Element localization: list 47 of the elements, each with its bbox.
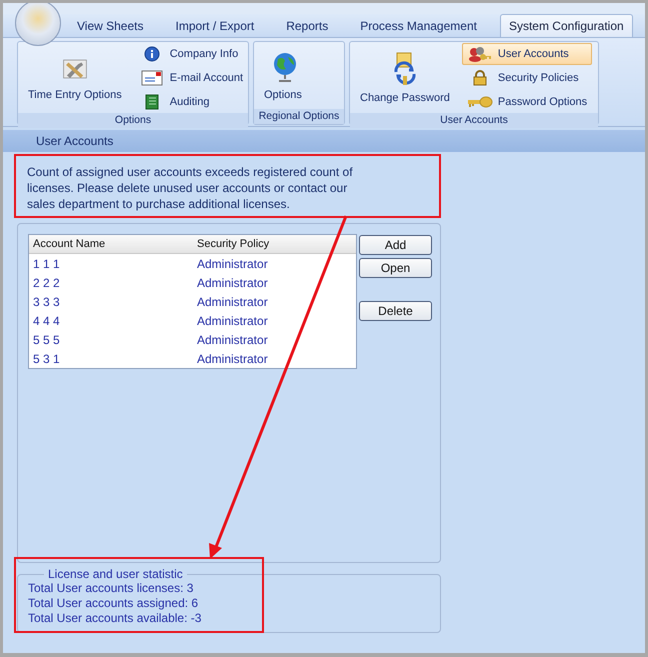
warning-message: Count of assigned user accounts exceeds registered count of licenses. Please delete unused user accounts or contact our sales department to purchase additional licenses. bbox=[27, 164, 354, 212]
table-cell: Administrator bbox=[197, 256, 268, 270]
table-cell-text: 3 3 3 bbox=[32, 294, 61, 308]
table-cell: Administrator bbox=[197, 294, 268, 308]
ribbon-tab[interactable]: Import / Export bbox=[166, 14, 264, 37]
ribbon-button[interactable]: Company Info bbox=[134, 43, 248, 65]
ribbon-tab[interactable]: System Configuration bbox=[500, 14, 633, 37]
statistic-line: Total User accounts available: -3 bbox=[28, 611, 202, 626]
ribbon-button[interactable]: Security Policies bbox=[462, 67, 592, 89]
group-title: License and user statistic bbox=[47, 567, 184, 581]
table-cell-text: 2 2 2 bbox=[32, 276, 61, 290]
ribbon-tab[interactable]: View Sheets bbox=[68, 14, 152, 37]
column-header[interactable]: Security Policy bbox=[197, 238, 270, 250]
table-cell-text: 1 1 1 bbox=[32, 256, 61, 270]
keycard-icon bbox=[392, 52, 418, 86]
statistic-line: Total User accounts licenses: 3 bbox=[28, 581, 194, 596]
ribbon-tab[interactable]: Reports bbox=[277, 14, 338, 37]
users-icon bbox=[466, 45, 493, 63]
table-cell-text: 5 5 5 bbox=[32, 332, 61, 346]
group-label: Regional Options bbox=[254, 109, 344, 124]
key-icon bbox=[466, 95, 493, 109]
ribbon-button[interactable]: Time Entry Options bbox=[24, 43, 126, 113]
table-cell: Administrator bbox=[197, 352, 268, 366]
ribbon-button[interactable]: Password Options bbox=[462, 91, 592, 113]
ribbon-button[interactable]: Auditing bbox=[134, 91, 248, 113]
table-cell: Administrator bbox=[197, 314, 268, 328]
delete-button[interactable]: Delete bbox=[359, 301, 432, 321]
column-header[interactable]: Account Name bbox=[29, 238, 197, 250]
table-cell: Administrator bbox=[197, 332, 268, 346]
padlock-icon bbox=[472, 70, 488, 86]
table-cell: Administrator bbox=[197, 276, 268, 290]
group-label: Options bbox=[18, 113, 248, 128]
ribbon-button[interactable]: Change Password bbox=[356, 43, 454, 113]
add-button[interactable]: Add bbox=[359, 235, 432, 255]
group-label: User Accounts bbox=[350, 113, 598, 128]
section-title: User Accounts bbox=[36, 134, 114, 148]
open-button[interactable]: Open bbox=[359, 258, 432, 278]
ribbon-tab[interactable]: Process Management bbox=[351, 14, 486, 37]
ribbon-button[interactable]: User Accounts bbox=[462, 43, 592, 65]
info-icon bbox=[144, 46, 160, 62]
table-cell-text: 4 4 4 bbox=[32, 314, 61, 328]
envelope-icon bbox=[140, 70, 163, 86]
ribbon-button[interactable]: E-mail Account bbox=[134, 67, 248, 89]
ribbon-button[interactable]: Options bbox=[260, 43, 306, 109]
statistic-line: Total User accounts assigned: 6 bbox=[28, 596, 198, 611]
table-cell-text: 5 3 1 bbox=[32, 352, 61, 366]
book-icon bbox=[144, 94, 159, 110]
